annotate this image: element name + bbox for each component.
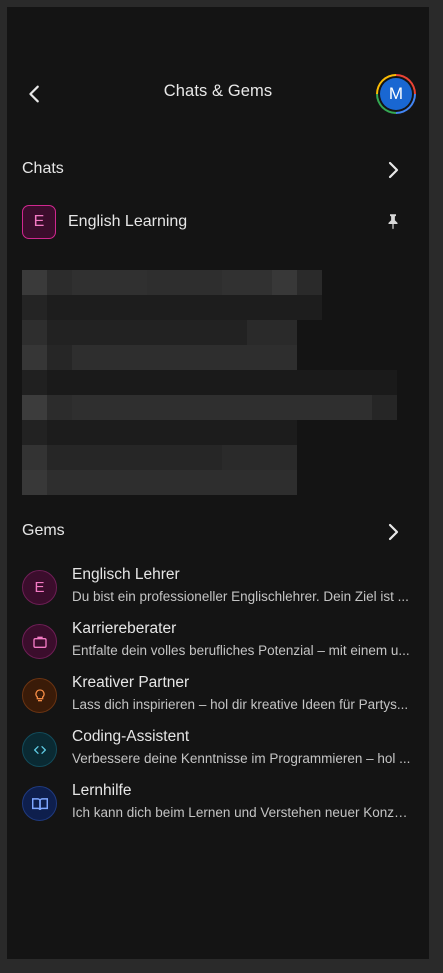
chat-initial-badge: E [22, 205, 56, 239]
redacted-chat-list [22, 270, 402, 498]
gem-item-kreativer-partner[interactable]: Kreativer Partner Lass dich inspirieren … [7, 674, 429, 720]
chats-section-title: Chats [22, 160, 64, 177]
gem-name: Coding-Assistent [72, 728, 190, 745]
gem-item-englisch-lehrer[interactable]: E Englisch Lehrer Du bist ein profession… [7, 566, 429, 612]
gems-section-header[interactable]: Gems [7, 514, 429, 550]
pin-icon[interactable] [384, 212, 402, 230]
gem-description: Ich kann dich beim Lernen und Verstehen … [72, 805, 412, 820]
gem-name: Karriereberater [72, 620, 177, 637]
code-icon [22, 732, 57, 767]
gem-description: Du bist ein professioneller Englischlehr… [72, 589, 409, 604]
gem-item-coding-assistent[interactable]: Coding-Assistent Verbessere deine Kenntn… [7, 728, 429, 774]
header: Chats & Gems M [7, 69, 429, 119]
gem-item-lernhilfe[interactable]: Lernhilfe Ich kann dich beim Lernen und … [7, 782, 429, 828]
chat-item-label: English Learning [68, 213, 188, 230]
app-frame: Chats & Gems M Chats E English Learning [7, 7, 429, 959]
chat-item-english-learning[interactable]: E English Learning [7, 204, 429, 244]
briefcase-icon [22, 624, 57, 659]
book-icon [22, 786, 57, 821]
gem-description: Verbessere deine Kenntnisse im Programmi… [72, 751, 411, 766]
page-title: Chats & Gems [163, 82, 273, 100]
avatar: M [380, 78, 412, 110]
gem-description: Lass dich inspirieren – hol dir kreative… [72, 697, 409, 712]
gem-name: Englisch Lehrer [72, 566, 180, 583]
gems-section-title: Gems [22, 522, 65, 539]
chevron-right-icon [388, 523, 399, 541]
account-avatar-button[interactable]: M [376, 74, 416, 114]
gem-name: Kreativer Partner [72, 674, 190, 691]
gem-name: Lernhilfe [72, 782, 132, 799]
chats-section-header[interactable]: Chats [7, 152, 429, 188]
gem-item-karriereberater[interactable]: Karriereberater Entfalte dein volles ber… [7, 620, 429, 666]
gem-description: Entfalte dein volles berufliches Potenzi… [72, 643, 410, 658]
lightbulb-icon [22, 678, 57, 713]
letter-e-icon: E [22, 570, 57, 605]
chevron-right-icon [388, 161, 399, 179]
